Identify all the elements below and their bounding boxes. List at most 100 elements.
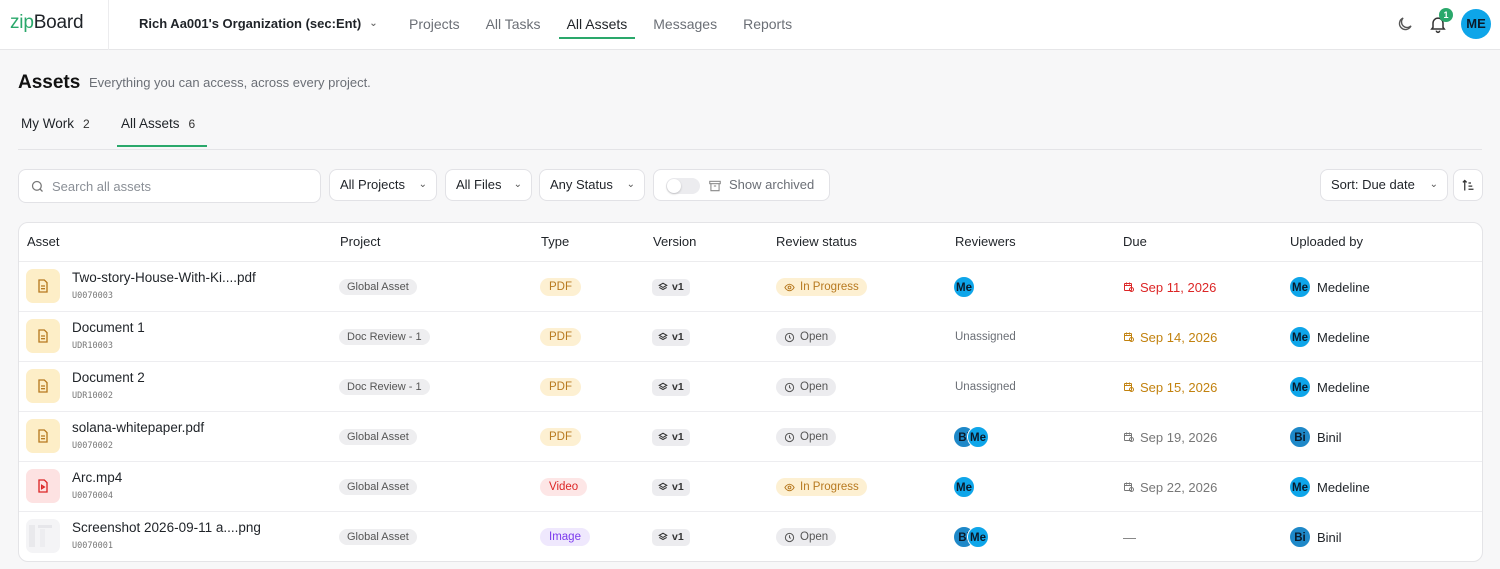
version-chip: v1 [652,478,690,496]
uploader-avatar: Bi [1289,426,1311,448]
pdf-file-icon [26,319,60,353]
status-chip: In Progress [776,278,867,296]
reviewer-avatar[interactable]: Me [967,526,989,548]
col-asset[interactable]: Asset [27,223,60,261]
pdf-file-icon [26,419,60,453]
notification-badge: 1 [1439,8,1453,22]
nav-all-tasks[interactable]: All Tasks [473,0,554,40]
nav-messages[interactable]: Messages [640,0,730,40]
projects-filter-dropdown[interactable]: All Projects ⌄ [329,169,437,201]
type-chip: PDF [540,278,581,296]
asset-name[interactable]: Document 1 [72,320,145,335]
col-version[interactable]: Version [653,223,696,261]
asset-name[interactable]: Two-story-House-With-Ki....pdf [72,270,256,285]
table-row[interactable]: Screenshot 2026-09-11 a....png U0070001 … [19,512,1482,561]
type-chip: PDF [540,378,581,396]
table-row[interactable]: Document 1 UDR10003 Doc Review - 1 PDF v… [19,312,1482,362]
version-chip: v1 [652,528,690,546]
tab-my-work[interactable]: My Work 2 [21,108,90,148]
col-type[interactable]: Type [541,223,569,261]
clock-icon [784,332,795,342]
org-switcher[interactable]: Rich Aa001's Organization (sec:Ent) ⌄ [139,16,378,31]
show-archived-toggle[interactable]: Show archived [653,169,830,201]
calendar-clock-icon [1124,382,1134,392]
search-box [18,169,321,203]
calendar-clock-icon [1124,282,1134,292]
uploader: Me Medeline [1289,326,1370,348]
org-name: Rich Aa001's Organization (sec:Ent) [139,16,362,31]
chevron-down-icon: ⌄ [513,179,522,190]
archive-icon [709,180,721,192]
uploader: Bi Binil [1289,526,1342,548]
due-date: Sep 14, 2026 [1123,330,1217,345]
status-filter-dropdown[interactable]: Any Status ⌄ [539,169,645,201]
page-title: Assets [18,72,81,93]
asset-name[interactable]: Document 2 [72,370,145,385]
video-file-icon [26,469,60,503]
zipboard-logo[interactable]: zipBoard [10,12,84,34]
status-chip: Open [776,378,837,396]
layers-icon [658,382,668,391]
main-nav: Projects All Tasks All Assets Messages R… [396,0,805,50]
asset-id: U0070003 [72,291,113,301]
status-chip: Open [776,528,837,546]
uploader-avatar: Me [1289,276,1311,298]
moon-icon[interactable] [1396,15,1414,33]
layers-icon [658,332,668,341]
top-navbar: zipBoard Rich Aa001's Organization (sec:… [0,0,1500,50]
assets-table: Asset Project Type Version Review status… [18,222,1483,562]
uploader: Me Medeline [1289,276,1370,298]
eye-icon [784,283,795,291]
project-chip: Global Asset [339,429,417,445]
asset-id: UDR10003 [72,341,113,351]
nav-reports[interactable]: Reports [730,0,805,40]
version-chip: v1 [652,328,690,346]
col-due[interactable]: Due [1123,223,1147,261]
files-filter-dropdown[interactable]: All Files ⌄ [445,169,532,201]
search-input[interactable] [52,170,312,202]
uploader: Bi Binil [1289,426,1342,448]
table-row[interactable]: Two-story-House-With-Ki....pdf U0070003 … [19,262,1482,312]
reviewer-avatar[interactable]: Me [953,476,975,498]
asset-name[interactable]: solana-whitepaper.pdf [72,420,204,435]
uploader-avatar: Me [1289,476,1311,498]
col-project[interactable]: Project [340,223,380,261]
sort-direction-button[interactable] [1453,169,1483,201]
sort-dropdown[interactable]: Sort: Due date ⌄ [1320,169,1448,201]
col-uploaded-by[interactable]: Uploaded by [1290,223,1363,261]
clock-icon [784,532,795,542]
due-date-empty: — [1123,529,1136,545]
user-avatar[interactable]: ME [1461,9,1491,39]
uploader: Me Medeline [1289,376,1370,398]
project-chip: Global Asset [339,479,417,495]
nav-all-assets[interactable]: All Assets [554,0,641,40]
project-chip: Global Asset [339,279,417,295]
type-chip: PDF [540,428,581,446]
version-chip: v1 [652,428,690,446]
layers-icon [658,532,668,541]
uploader-avatar: Me [1289,326,1311,348]
tab-all-assets[interactable]: All Assets 6 [116,108,208,148]
table-row[interactable]: Document 2 UDR10002 Doc Review - 1 PDF v… [19,362,1482,412]
asset-name[interactable]: Screenshot 2026-09-11 a....png [72,520,261,535]
pdf-file-icon [26,369,60,403]
layers-icon [658,282,668,291]
reviewer-avatar[interactable]: Me [953,276,975,298]
uploader: Me Medeline [1289,476,1370,498]
col-review-status[interactable]: Review status [776,223,857,261]
asset-tabs: My Work 2 All Assets 6 [18,108,1482,150]
chevron-down-icon: ⌄ [369,18,378,29]
asset-name[interactable]: Arc.mp4 [72,470,122,485]
uploader-avatar: Me [1289,376,1311,398]
show-archived-label: Show archived [729,177,815,192]
tab-count: 6 [188,117,196,131]
chevron-down-icon: ⌄ [418,179,427,190]
table-row[interactable]: Arc.mp4 U0070004 Global Asset Video v1 I… [19,462,1482,512]
reviewer-avatar[interactable]: Me [967,426,989,448]
clock-icon [784,432,795,442]
type-chip: Image [540,528,590,546]
nav-projects[interactable]: Projects [396,0,473,40]
col-reviewers[interactable]: Reviewers [955,223,1016,261]
table-row[interactable]: solana-whitepaper.pdf U0070002 Global As… [19,412,1482,462]
project-chip: Doc Review - 1 [339,329,430,345]
